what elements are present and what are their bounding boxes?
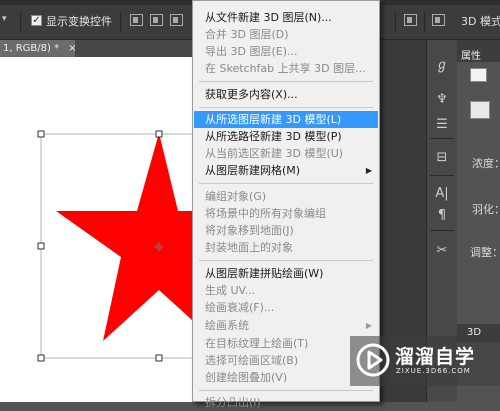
paragraph-icon[interactable]: ¶ [432,208,452,224]
menu-separator [199,183,373,184]
menu-item-paint-falloff[interactable]: 绘画衰减(F)... [194,299,378,316]
star-layer[interactable] [0,57,282,402]
sliders-icon[interactable]: ☰ [432,117,452,133]
paint-brush-icon[interactable]: ♆ [432,92,452,108]
toolbar-divider [424,12,425,32]
menu-item-paint-system[interactable]: 绘画系统 ▶ [194,317,378,334]
show-transform-controls-checkbox[interactable]: ✓ [31,15,42,26]
panel-divider [430,138,454,139]
menu-item-export-3d-layer[interactable]: 导出 3D 图层(E)... [194,43,378,60]
adjust-curve-icon[interactable]: ℊ [432,58,452,74]
menu-separator [199,260,373,261]
document-tab-label: 1, RGB/8) * [3,43,60,54]
menu-item-new-3d-model-from-path[interactable]: 从所选路径新建 3D 模型(P) [194,128,378,145]
menu-item-share-sketchfab[interactable]: 在 Sketchfab 上共享 3D 图层... [194,60,378,77]
panel-divider [430,230,454,231]
transform-handle-bottom-middle[interactable] [155,354,163,362]
menu-item-move-to-ground[interactable]: 将对象移到地面(J) [194,222,378,239]
submenu-arrow-icon: ▶ [365,166,372,175]
menu-item-new-3d-layer-from-file[interactable]: 从文件新建 3D 图层(N)... [194,9,378,26]
toolbar-divider [20,12,21,32]
adjust-label: 调整： [470,246,500,259]
menu-item-new-mesh-from-layer[interactable]: 从图层新建网格(M) ▶ [194,162,378,179]
transform-handle-top-left[interactable] [37,130,45,138]
menu-item-split-extrusion[interactable]: 拆分凸出(I) [194,394,378,411]
transform-handle-bottom-left[interactable] [37,354,45,362]
menu-separator [199,81,373,82]
distribute-icon[interactable] [404,14,417,26]
menu-item-merge-3d-layers[interactable]: 合并 3D 图层(D) [194,26,378,43]
tab-properties[interactable]: 属性 [461,47,481,62]
menu-item-new-3d-model-from-layer[interactable]: 从所选图层新建 3D 模型(L) [194,111,378,128]
submenu-arrow-icon: ▶ [365,321,372,330]
watermark-logo-icon [356,343,390,377]
transform-handle-middle-left[interactable] [37,242,45,250]
menu-item-new-mesh-from-layer-label: 从图层新建网格(M) [205,164,301,177]
transform-handle-top-middle[interactable] [155,130,163,138]
vector-mask-icon[interactable] [470,101,490,119]
menu-item-pack-on-ground[interactable]: 封装地面上的对象 [194,239,378,256]
panel-divider [430,175,454,176]
align-top-icon[interactable] [130,14,143,26]
menu-item-get-more-content[interactable]: 获取更多内容(X)... [194,86,378,103]
layers-icon[interactable]: ⊟ [432,150,452,166]
tab-strip [75,40,195,57]
tools-icon[interactable]: ✂ [432,243,452,259]
menu-item-paint-system-label: 绘画系统 [205,319,249,332]
menu-item-new-3d-model-from-selection[interactable]: 从当前选区新建 3D 模型(U) [194,145,378,162]
document-tab[interactable]: 1, RGB/8) * × [0,40,77,57]
menu-item-generate-uv[interactable]: 生成 UV... [194,282,378,299]
density-label: 浓度： [472,157,500,170]
watermark-brand: 溜溜自学 [395,346,476,368]
menu-separator [199,390,373,391]
align-bottom-icon[interactable] [170,14,183,26]
toolbar-divider [395,12,396,32]
show-transform-controls-label: 显示变换控件 [46,15,112,28]
watermark-url: ZIXUE.3D66.COM [396,367,471,375]
3d-mode-label: 3D 模式 [461,15,500,28]
menu-item-group-objects[interactable]: 编组对象(G) [194,188,378,205]
character-icon[interactable]: A| [432,186,452,202]
menu-item-new-tiled-painting[interactable]: 从图层新建拼贴绘画(W) [194,265,378,282]
align-vcenter-icon[interactable] [150,14,163,26]
menu-separator [199,107,373,108]
menu-item-group-all-objects[interactable]: 将场景中的所有对象编组 [194,205,378,222]
mask-icon[interactable] [470,68,487,82]
auto-align-icon[interactable] [432,14,445,26]
feather-label: 羽化： [472,203,500,216]
tool-preset-dropdown[interactable]: ▾ [2,14,12,26]
toolbar-divider [120,12,121,32]
